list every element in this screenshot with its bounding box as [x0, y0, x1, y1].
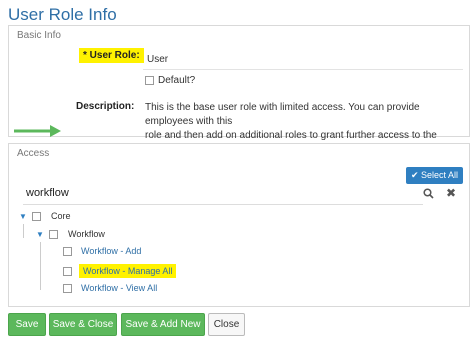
user-role-input[interactable]: User [147, 54, 168, 65]
expand-caret-icon[interactable]: ▼ [19, 212, 27, 221]
expand-caret-icon[interactable]: ▼ [36, 230, 44, 239]
tree-connector [23, 224, 24, 238]
access-heading: Access [17, 148, 50, 159]
description-label: Description: [76, 101, 135, 112]
select-all-button[interactable]: ✔ Select All [405, 167, 463, 184]
search-underline [23, 204, 423, 205]
search-input[interactable]: workflow [26, 187, 69, 199]
tree-checkbox[interactable] [32, 211, 41, 221]
default-option[interactable]: Default? [145, 75, 195, 86]
tree-leaf-workflow-add[interactable]: Workflow - Add [63, 246, 141, 256]
basic-info-panel: Basic Info * User Role: User Default? De… [8, 25, 470, 155]
tree-node-label: Core [51, 211, 71, 221]
page-title: User Role Info [8, 5, 117, 24]
default-label: Default? [158, 75, 196, 86]
tree-connector [40, 242, 41, 290]
tree-node-label: Workflow [68, 229, 105, 239]
tree-leaf-label[interactable]: Workflow - View All [81, 283, 157, 293]
pointer-arrow-icon [14, 125, 61, 137]
tree-checkbox[interactable] [63, 246, 72, 256]
search-icon[interactable] [423, 188, 434, 202]
tree-checkbox[interactable] [63, 266, 72, 276]
user-role-label-text: * User Role: [79, 48, 144, 63]
tree-leaf-workflow-manage-all[interactable]: Workflow - Manage All [63, 264, 177, 278]
tree-node-core[interactable]: ▼ Core [19, 211, 71, 221]
tree-checkbox[interactable] [49, 229, 58, 239]
user-role-underline [143, 69, 463, 70]
tree-leaf-workflow-view-all[interactable]: Workflow - View All [63, 283, 157, 293]
tree-node-workflow[interactable]: ▼ Workflow [36, 229, 105, 239]
save-add-new-button[interactable]: Save & Add New [121, 313, 205, 336]
save-button[interactable]: Save [8, 313, 46, 336]
tree-leaf-label[interactable]: Workflow - Manage All [79, 264, 177, 278]
save-close-button[interactable]: Save & Close [49, 313, 117, 336]
tree-leaf-label[interactable]: Workflow - Add [81, 246, 141, 256]
description-line-1: This is the base user role with limited … [145, 102, 420, 127]
basic-info-heading: Basic Info [17, 30, 61, 41]
default-checkbox[interactable] [145, 76, 154, 85]
close-button[interactable]: Close [208, 313, 245, 336]
user-role-label: * User Role: [79, 48, 144, 63]
access-panel: Access ✔ Select All workflow ✖ ▼ Core ▼ … [8, 143, 470, 307]
tree-checkbox[interactable] [63, 283, 72, 293]
clear-search-icon[interactable]: ✖ [446, 186, 456, 200]
